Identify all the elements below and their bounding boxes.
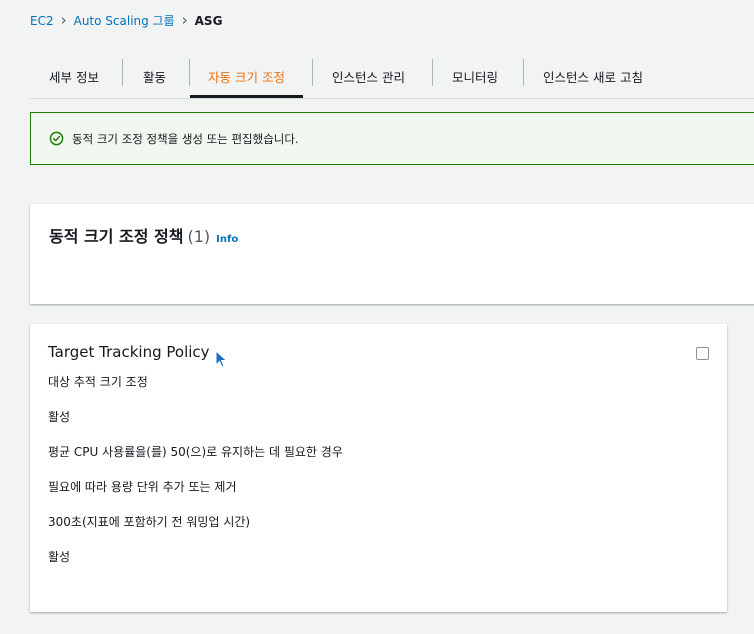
breadcrumb: EC2 › Auto Scaling 그룹 › ASG (30, 12, 222, 29)
breadcrumb-link-auto-scaling-groups[interactable]: Auto Scaling 그룹 (74, 12, 175, 29)
success-check-icon (49, 131, 64, 146)
breadcrumb-separator-icon: › (60, 11, 67, 29)
success-flash-banner: 동적 크기 조정 정책을 생성 또는 편집했습니다. (30, 112, 754, 165)
policy-card: Target Tracking Policy 대상 추적 크기 조정 활성 평균… (30, 324, 727, 612)
policy-name: Target Tracking Policy (48, 343, 210, 361)
tab-divider (122, 59, 123, 86)
tab-automatic-scaling[interactable]: 자동 크기 조정 (190, 56, 303, 98)
tab-instance-refresh[interactable]: 인스턴스 새로 고침 (543, 56, 643, 96)
tab-divider (189, 59, 190, 86)
section-count: (1) (187, 227, 211, 246)
breadcrumb-current: ASG (194, 13, 223, 28)
tab-activity[interactable]: 활동 (143, 56, 166, 96)
tab-divider (432, 59, 433, 86)
policy-action-description: 필요에 따라 용량 단위 추가 또는 제거 (48, 480, 237, 494)
policy-scale-in-status: 활성 (48, 550, 71, 564)
tab-monitoring[interactable]: 모니터링 (452, 56, 498, 96)
policy-status: 활성 (48, 410, 71, 424)
breadcrumb-separator-icon: › (181, 11, 188, 29)
section-title: 동적 크기 조정 정책 (49, 227, 184, 246)
policy-type: 대상 추적 크기 조정 (48, 375, 148, 389)
tab-divider (312, 59, 313, 86)
tab-details[interactable]: 세부 정보 (49, 56, 99, 96)
flash-message: 동적 크기 조정 정책을 생성 또는 편집했습니다. (72, 131, 299, 146)
policy-select-checkbox[interactable] (696, 347, 709, 360)
tab-instance-management[interactable]: 인스턴스 관리 (332, 56, 405, 96)
policy-target-description: 평균 CPU 사용률을(를) 50(으)로 유지하는 데 필요한 경우 (48, 445, 343, 459)
dynamic-scaling-policies-header: 동적 크기 조정 정책 (1) Info (30, 204, 754, 304)
page: EC2 › Auto Scaling 그룹 › ASG 세부 정보 활동 자동 … (0, 0, 754, 634)
breadcrumb-link-ec2[interactable]: EC2 (30, 14, 54, 28)
tab-divider (523, 59, 524, 86)
info-link[interactable]: Info (216, 234, 238, 245)
mouse-pointer-icon (215, 350, 228, 368)
tab-bar: 세부 정보 활동 자동 크기 조정 인스턴스 관리 모니터링 인스턴스 새로 고… (30, 56, 754, 99)
section-title-wrapper: 동적 크기 조정 정책 (1) Info (49, 223, 238, 247)
policy-warmup: 300초(지표에 포함하기 전 워밍업 시간) (48, 515, 251, 529)
